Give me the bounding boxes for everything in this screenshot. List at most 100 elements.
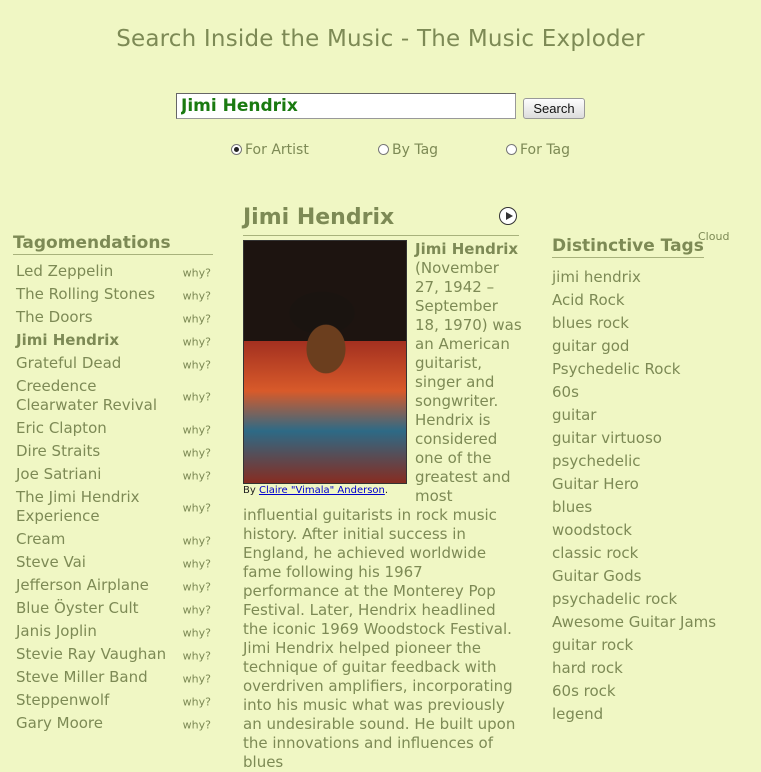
why-link[interactable]: why?: [183, 600, 211, 619]
tagomendation-link[interactable]: Steppenwolf: [16, 691, 181, 710]
why-link[interactable]: why?: [183, 715, 211, 734]
tag-link[interactable]: guitar rock: [552, 634, 716, 657]
tagomendation-link[interactable]: Janis Joplin: [16, 622, 181, 641]
tag-link[interactable]: Guitar Gods: [552, 565, 716, 588]
tagomendation-link[interactable]: The Jimi Hendrix Experience: [16, 488, 181, 526]
radio-by-tag[interactable]: By Tag: [378, 142, 438, 158]
tag-link[interactable]: hard rock: [552, 657, 716, 680]
tagomendation-item: Janis Joplin why?: [16, 621, 216, 644]
tag-link[interactable]: legend: [552, 703, 716, 726]
tagomendation-item: Led Zeppelin why?: [16, 261, 216, 284]
distinctive-tags-heading: Distinctive Tags: [552, 236, 704, 258]
tagomendation-link[interactable]: The Doors: [16, 308, 181, 327]
tagomendations-list: Led Zeppelin why? The Rolling Stones why? Th…: [16, 261, 216, 736]
tagomendation-link[interactable]: Eric Clapton: [16, 419, 181, 438]
tag-link[interactable]: Psychedelic Rock: [552, 358, 716, 381]
tagomendation-link[interactable]: Blue Öyster Cult: [16, 599, 181, 618]
tag-link[interactable]: woodstock: [552, 519, 716, 542]
tagomendation-link[interactable]: Stevie Ray Vaughan: [16, 645, 181, 664]
tag-link[interactable]: blues: [552, 496, 716, 519]
why-link[interactable]: why?: [183, 355, 211, 374]
radio-label: For Artist: [245, 142, 309, 158]
radio-for-artist[interactable]: For Artist: [231, 142, 309, 158]
tag-link[interactable]: guitar god: [552, 335, 716, 358]
why-link[interactable]: why?: [183, 669, 211, 688]
why-link[interactable]: why?: [183, 531, 211, 550]
why-link[interactable]: why?: [183, 692, 211, 711]
tag-link[interactable]: jimi hendrix: [552, 266, 716, 289]
why-link[interactable]: why?: [183, 577, 211, 596]
search-button[interactable]: Search: [523, 98, 585, 119]
why-link[interactable]: why?: [183, 332, 211, 351]
tagomendation-link[interactable]: Led Zeppelin: [16, 262, 181, 281]
tag-link[interactable]: 60s rock: [552, 680, 716, 703]
bio-artist-name: Jimi Hendrix: [415, 240, 519, 258]
tagomendation-link[interactable]: Creedence Clearwater Revival: [16, 377, 181, 415]
play-icon[interactable]: [499, 207, 517, 225]
tag-link[interactable]: psychadelic rock: [552, 588, 716, 611]
artist-heading: Jimi Hendrix: [243, 205, 395, 230]
tag-link[interactable]: 60s: [552, 381, 716, 404]
why-link[interactable]: why?: [183, 443, 211, 462]
search-input[interactable]: [176, 93, 516, 119]
tagomendation-item: Gary Moore why?: [16, 713, 216, 736]
why-link[interactable]: why?: [183, 499, 211, 518]
why-link[interactable]: why?: [183, 309, 211, 328]
tagomendation-link[interactable]: Grateful Dead: [16, 354, 181, 373]
tagomendations-heading: Tagomendations: [13, 233, 213, 255]
why-link[interactable]: why?: [183, 623, 211, 642]
tagomendation-item: Cream why?: [16, 529, 216, 552]
radio-button[interactable]: [231, 144, 242, 155]
radio-button[interactable]: [506, 144, 517, 155]
photo-credit-prefix: By: [243, 485, 259, 496]
tagomendation-link[interactable]: Jimi Hendrix: [16, 331, 181, 350]
photo-credit: By Claire "Vimala" Anderson.: [243, 485, 388, 496]
tagomendation-link[interactable]: Joe Satriani: [16, 465, 181, 484]
tagomendation-link[interactable]: Jefferson Airplane: [16, 576, 181, 595]
tagomendation-link[interactable]: Steve Miller Band: [16, 668, 181, 687]
radio-button[interactable]: [378, 144, 389, 155]
tagomendation-item: Steppenwolf why?: [16, 690, 216, 713]
tag-link[interactable]: Guitar Hero: [552, 473, 716, 496]
tagomendation-item: Joe Satriani why?: [16, 464, 216, 487]
why-link[interactable]: why?: [183, 554, 211, 573]
cloud-link[interactable]: Cloud: [698, 230, 729, 243]
tagomendation-item: Steve Vai why?: [16, 552, 216, 575]
radio-label: By Tag: [392, 142, 439, 158]
why-link[interactable]: why?: [183, 420, 211, 439]
tag-link[interactable]: Awesome Guitar Jams: [552, 611, 716, 634]
tagomendation-item: The Doors why?: [16, 307, 216, 330]
radio-label: For Tag: [520, 142, 571, 158]
tag-link[interactable]: guitar virtuoso: [552, 427, 716, 450]
tagomendation-item: Stevie Ray Vaughan why?: [16, 644, 216, 667]
why-link[interactable]: why?: [183, 263, 211, 282]
tag-link[interactable]: psychedelic: [552, 450, 716, 473]
why-link[interactable]: why?: [183, 466, 211, 485]
radio-for-tag[interactable]: For Tag: [506, 142, 570, 158]
artist-photo: [243, 240, 407, 484]
tagomendation-item: Grateful Dead why?: [16, 353, 216, 376]
tag-link[interactable]: guitar: [552, 404, 716, 427]
tagomendation-item: Jimi Hendrix why?: [16, 330, 216, 353]
photo-credit-suffix: .: [384, 485, 389, 496]
tagomendation-link[interactable]: Steve Vai: [16, 553, 181, 572]
tagomendation-item: The Rolling Stones why?: [16, 284, 216, 307]
tagomendation-link[interactable]: The Rolling Stones: [16, 285, 181, 304]
why-link[interactable]: why?: [183, 388, 211, 407]
tagomendation-item: Steve Miller Band why?: [16, 667, 216, 690]
tagomendation-item: Dire Straits why?: [16, 441, 216, 464]
tagomendation-item: Eric Clapton why?: [16, 418, 216, 441]
tag-link[interactable]: blues rock: [552, 312, 716, 335]
photo-credit-link[interactable]: Claire "Vimala" Anderson: [259, 485, 385, 496]
tagomendation-link[interactable]: Cream: [16, 530, 181, 549]
tagomendation-link[interactable]: Gary Moore: [16, 714, 181, 733]
distinctive-tags-list: jimi hendrix Acid Rock blues rock guitar go…: [552, 266, 716, 726]
why-link[interactable]: why?: [183, 286, 211, 305]
tagomendation-link[interactable]: Dire Straits: [16, 442, 181, 461]
why-link[interactable]: why?: [183, 646, 211, 665]
tag-link[interactable]: Acid Rock: [552, 289, 716, 312]
tagomendation-item: Jefferson Airplane why?: [16, 575, 216, 598]
tagomendation-item: The Jimi Hendrix Experience why?: [16, 487, 216, 529]
tag-link[interactable]: classic rock: [552, 542, 716, 565]
tagomendation-item: Creedence Clearwater Revival why?: [16, 376, 216, 418]
